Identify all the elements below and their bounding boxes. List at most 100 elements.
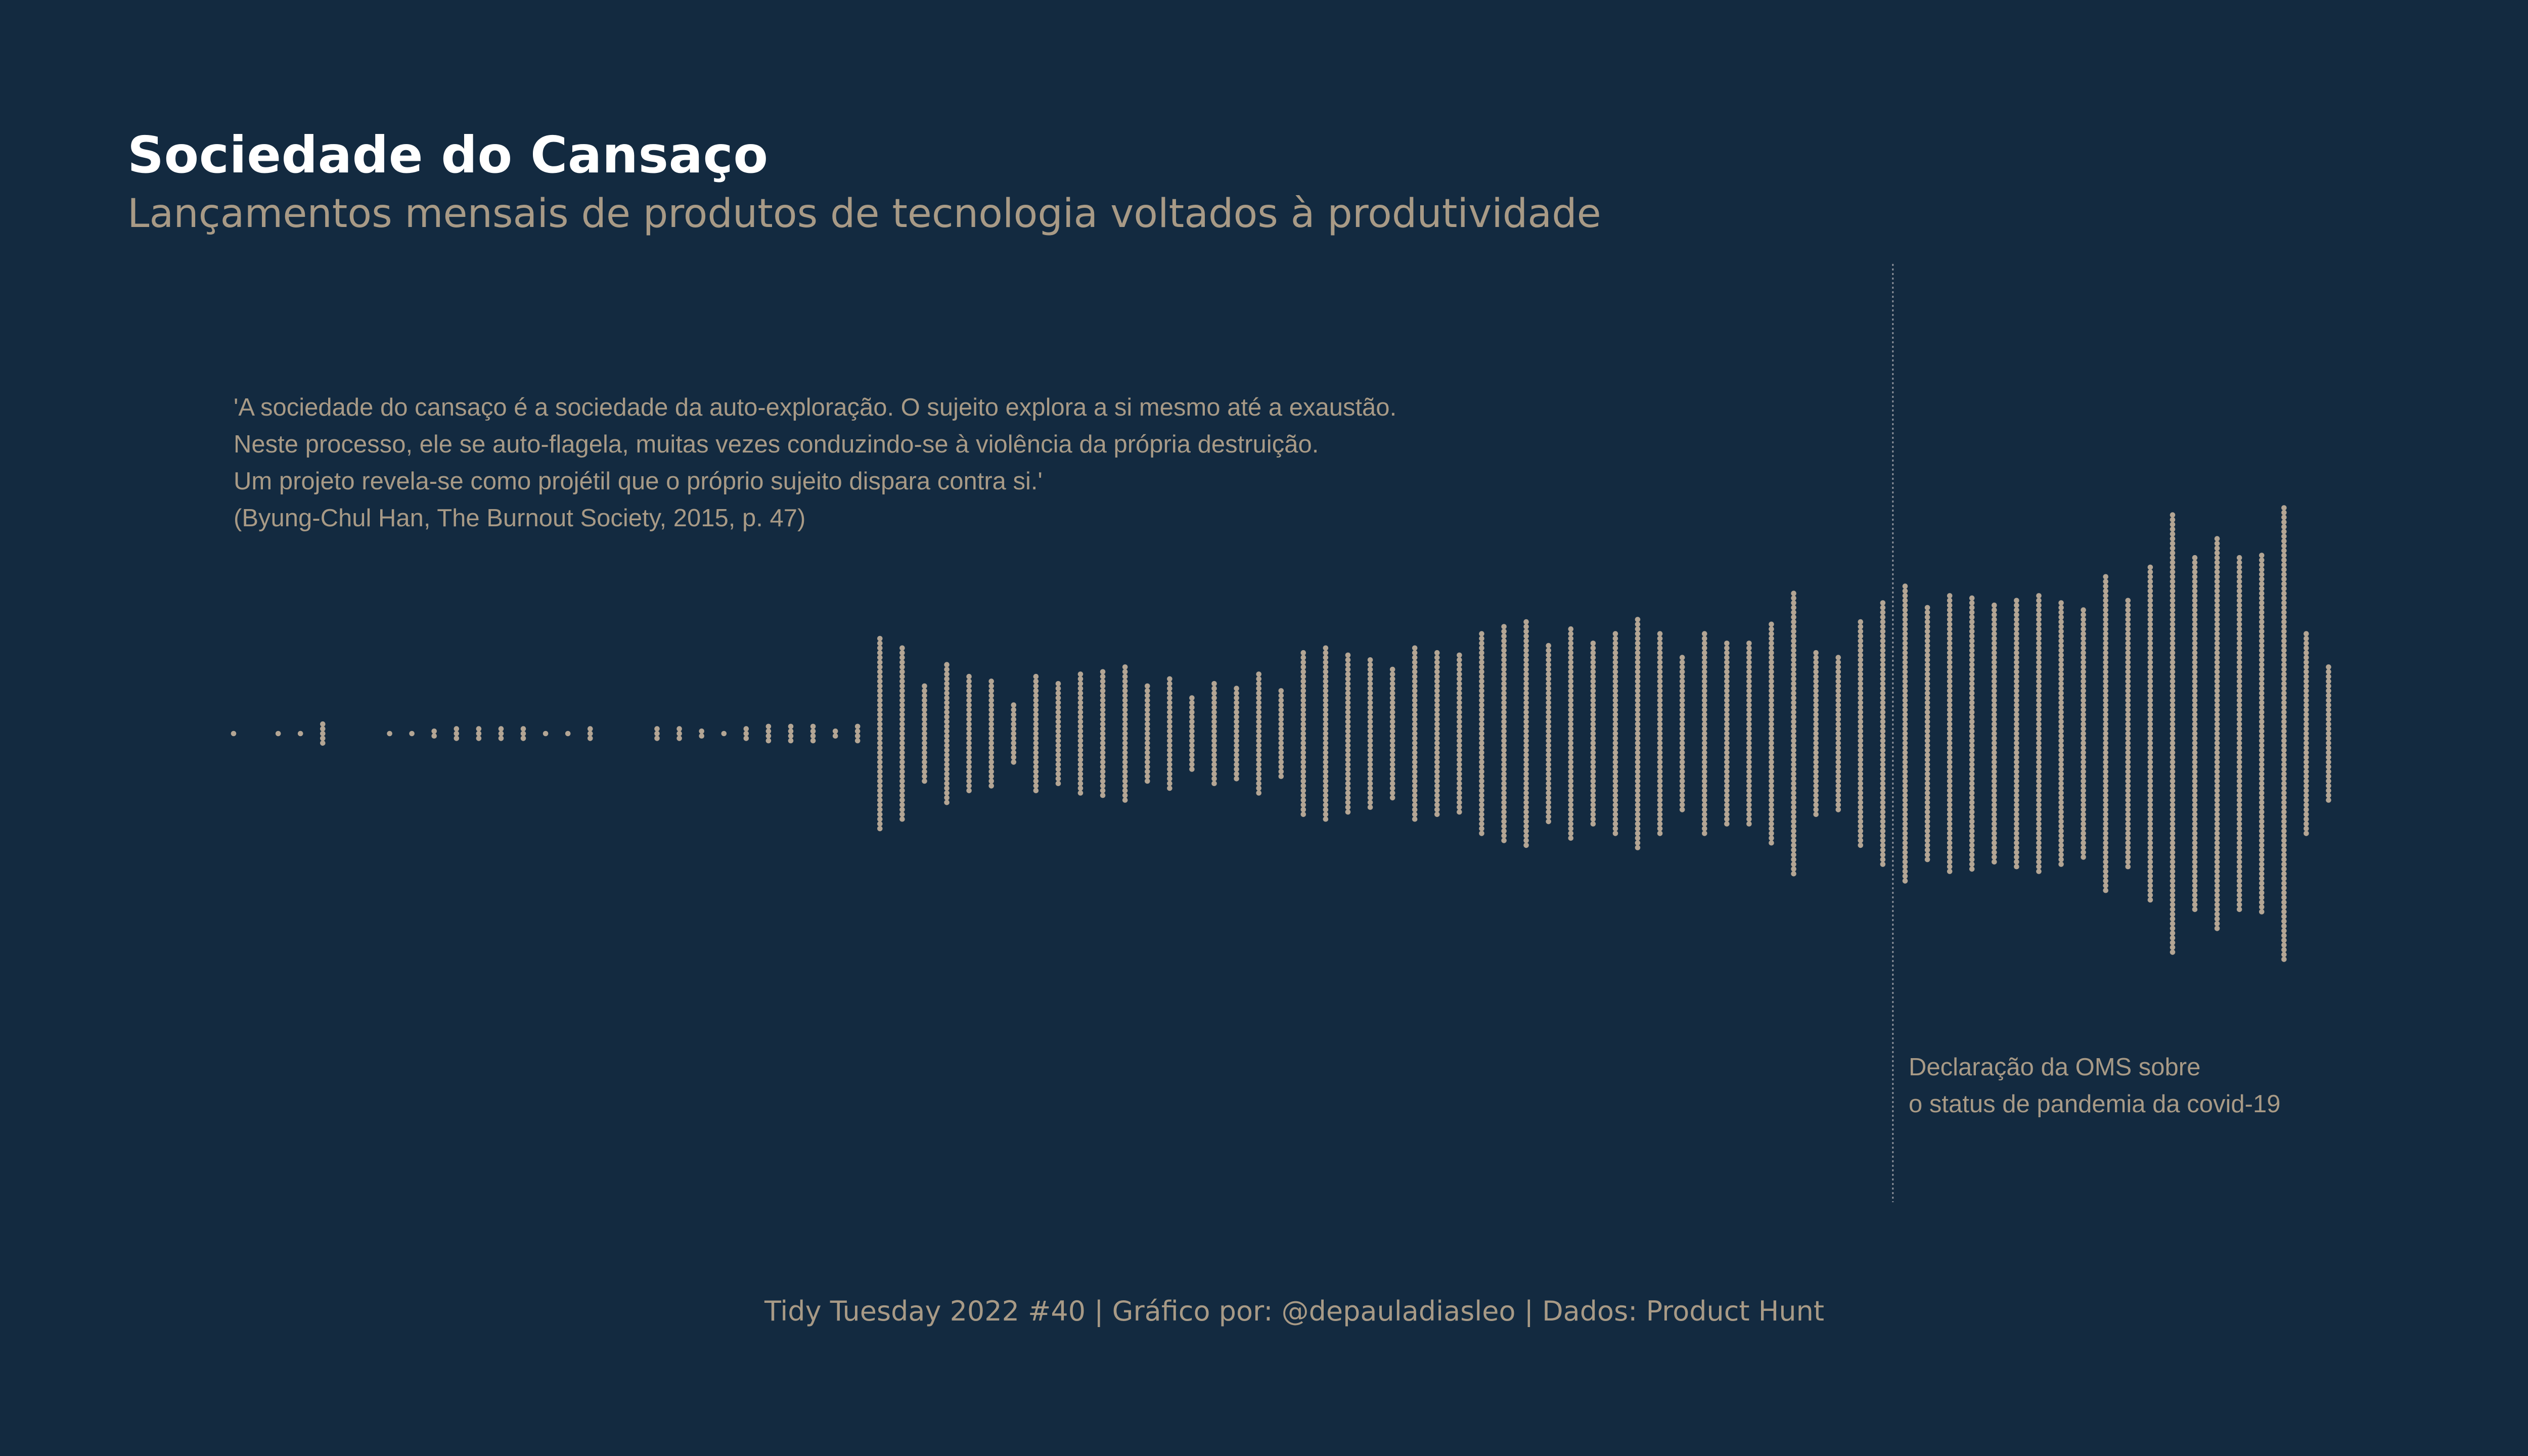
dot bbox=[2236, 788, 2242, 794]
dot bbox=[2214, 840, 2220, 846]
dot bbox=[2192, 736, 2198, 741]
dot bbox=[1389, 723, 1395, 730]
dot bbox=[1523, 705, 1529, 710]
dot bbox=[1256, 690, 1261, 696]
dot bbox=[1657, 707, 1663, 713]
dot bbox=[2014, 673, 2019, 679]
dot bbox=[2281, 571, 2287, 577]
dot bbox=[2192, 612, 2198, 618]
dot bbox=[1880, 666, 1886, 672]
dot bbox=[1345, 771, 1351, 777]
dot bbox=[2170, 897, 2176, 903]
dot bbox=[1679, 759, 1685, 765]
dot bbox=[1434, 811, 1440, 817]
dot bbox=[1813, 712, 1819, 717]
dot bbox=[1234, 719, 1239, 724]
dot bbox=[2036, 774, 2042, 779]
dot bbox=[2058, 681, 2064, 687]
dot bbox=[2214, 574, 2220, 580]
dot bbox=[1367, 723, 1373, 730]
dot bbox=[1992, 631, 1997, 636]
dot bbox=[1635, 821, 1641, 827]
dot bbox=[1992, 693, 1997, 699]
dot bbox=[2259, 681, 2265, 687]
dot bbox=[2058, 838, 2064, 843]
dot bbox=[1211, 729, 1217, 734]
dot bbox=[1412, 712, 1418, 717]
dot bbox=[1791, 652, 1796, 658]
dot bbox=[1769, 673, 1774, 679]
dot bbox=[1278, 731, 1284, 737]
dot bbox=[2281, 824, 2287, 829]
dot bbox=[1568, 712, 1574, 717]
dot bbox=[2036, 593, 2042, 599]
dot bbox=[1412, 811, 1418, 817]
dot bbox=[1501, 633, 1507, 639]
dot bbox=[2192, 883, 2198, 889]
dot bbox=[1546, 814, 1551, 820]
dot bbox=[1880, 838, 1886, 843]
dot bbox=[966, 778, 972, 784]
dot bbox=[1323, 792, 1329, 798]
dot bbox=[2081, 740, 2086, 746]
dot bbox=[1568, 641, 1574, 646]
dot bbox=[1479, 802, 1484, 808]
dot bbox=[1769, 721, 1774, 727]
dot bbox=[1501, 814, 1507, 820]
dot bbox=[2147, 849, 2153, 855]
dot bbox=[2259, 700, 2265, 706]
dot bbox=[1100, 683, 1106, 689]
dot bbox=[1880, 781, 1886, 786]
dot bbox=[1880, 771, 1886, 777]
dot bbox=[2014, 797, 2019, 803]
dot bbox=[2281, 880, 2287, 886]
dot bbox=[1568, 807, 1574, 812]
dot bbox=[1523, 628, 1529, 634]
dot bbox=[2304, 807, 2309, 812]
dot bbox=[877, 702, 883, 708]
dot bbox=[2192, 560, 2198, 565]
dot bbox=[1902, 768, 1908, 775]
month-column-49 bbox=[1323, 645, 1329, 822]
dot bbox=[1412, 788, 1418, 794]
dot bbox=[1612, 831, 1618, 836]
dot bbox=[2281, 814, 2287, 820]
dot bbox=[810, 729, 816, 734]
dot bbox=[1345, 804, 1351, 810]
dot bbox=[2326, 697, 2331, 703]
dot bbox=[1479, 750, 1484, 755]
dot bbox=[1858, 723, 1864, 730]
dot bbox=[1033, 688, 1039, 694]
dot bbox=[1412, 750, 1418, 755]
dot bbox=[2259, 766, 2265, 772]
dot bbox=[765, 738, 772, 744]
dot bbox=[1679, 754, 1685, 760]
dot bbox=[1791, 743, 1796, 748]
dot bbox=[1769, 774, 1774, 779]
dot bbox=[1167, 752, 1172, 758]
dot bbox=[1590, 702, 1596, 708]
dot bbox=[899, 731, 905, 737]
dot bbox=[1702, 740, 1707, 746]
dot bbox=[1679, 678, 1685, 684]
dot bbox=[2081, 707, 2086, 713]
dot bbox=[899, 678, 905, 684]
dot bbox=[1211, 705, 1217, 710]
dot bbox=[320, 731, 326, 737]
dot bbox=[2036, 721, 2042, 727]
month-column-65 bbox=[1679, 655, 1685, 812]
dot bbox=[2125, 707, 2131, 713]
dot bbox=[877, 641, 883, 646]
dot bbox=[1389, 729, 1395, 734]
dot bbox=[1011, 726, 1017, 732]
dot bbox=[1501, 723, 1507, 730]
dot bbox=[2125, 673, 2131, 679]
dot bbox=[1457, 719, 1462, 724]
dot bbox=[988, 774, 994, 779]
month-column-33 bbox=[966, 673, 972, 794]
dot bbox=[1523, 719, 1529, 724]
dot bbox=[1546, 761, 1551, 767]
dot bbox=[1702, 650, 1707, 656]
dot bbox=[2236, 588, 2242, 594]
dot bbox=[1077, 781, 1084, 786]
